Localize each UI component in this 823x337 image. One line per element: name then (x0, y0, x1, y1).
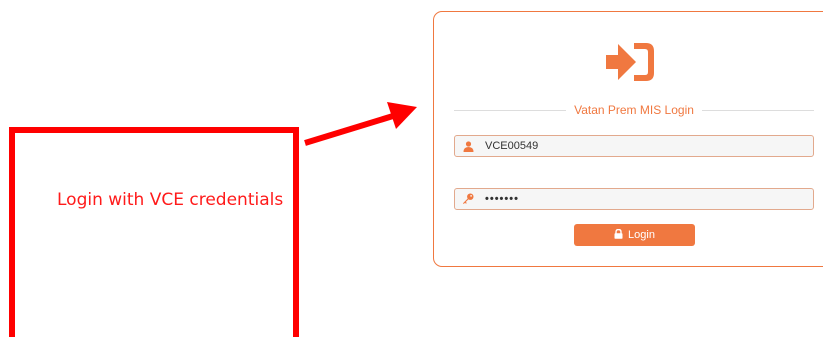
divider (701, 109, 814, 111)
login-title: Vatan Prem MIS Login (574, 103, 694, 117)
login-button[interactable]: Login (574, 224, 695, 246)
lock-icon (614, 228, 623, 242)
screenshot-canvas: Login with VCE credentials Vatan Prem MI… (0, 0, 823, 337)
username-field[interactable] (454, 135, 814, 157)
annotation-box (9, 127, 299, 337)
login-panel: Vatan Prem MIS Login ••••••• (433, 11, 823, 267)
login-button-label: Login (628, 229, 655, 241)
sign-in-icon (606, 43, 654, 81)
user-icon (455, 136, 481, 156)
password-field[interactable]: ••••••• (454, 188, 814, 210)
password-input[interactable]: ••••••• (481, 189, 813, 209)
key-icon (455, 189, 481, 209)
username-input[interactable] (481, 136, 813, 156)
annotation-text: Login with VCE credentials (57, 190, 284, 210)
login-title-row: Vatan Prem MIS Login (454, 102, 814, 118)
divider (454, 109, 567, 111)
